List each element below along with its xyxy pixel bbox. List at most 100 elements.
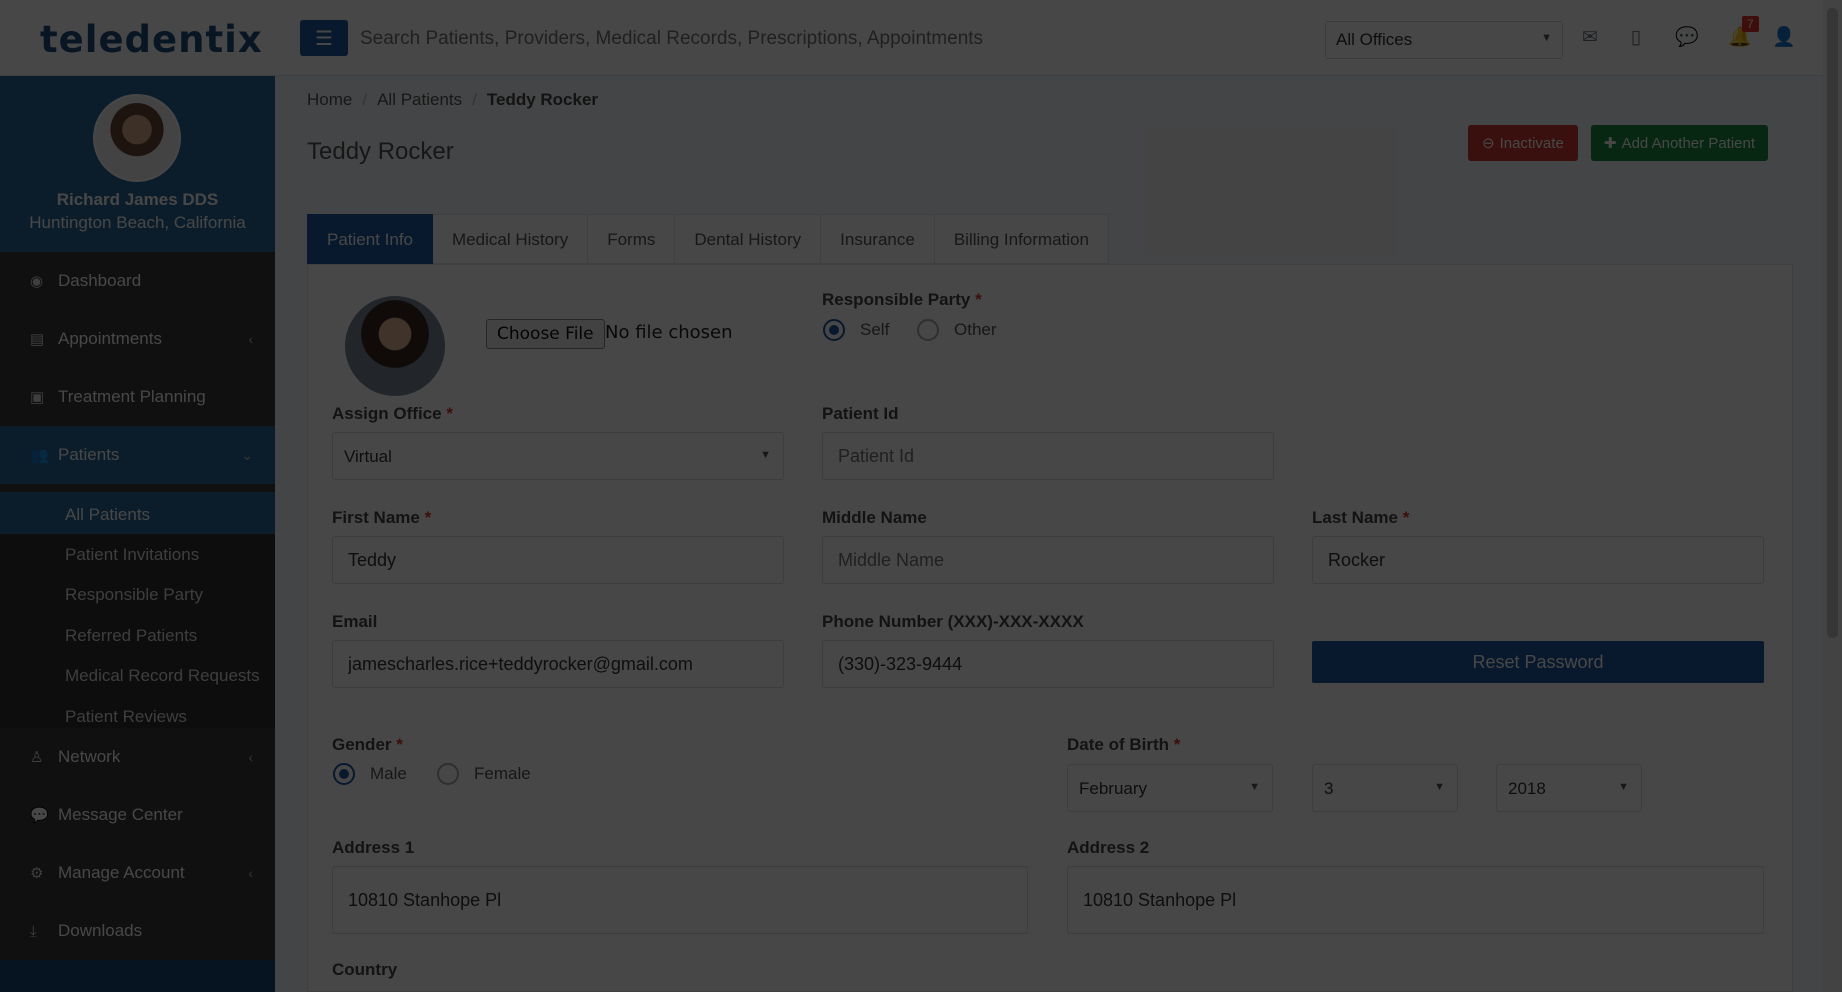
- scroll-thumb[interactable]: [1827, 8, 1838, 638]
- sidebar-item-appointments[interactable]: ▤ Appointments ‹: [0, 310, 275, 368]
- submenu-item-patient-reviews[interactable]: Patient Reviews: [65, 707, 187, 727]
- menu-toggle-button[interactable]: ☰: [300, 20, 348, 56]
- choose-file-button[interactable]: Choose File: [486, 319, 605, 349]
- office-select-value: All Offices: [1336, 30, 1413, 49]
- app-logo[interactable]: teledentix: [40, 18, 263, 61]
- notification-badge: 7: [1742, 16, 1759, 32]
- tab-patient-info[interactable]: Patient Info: [307, 214, 434, 264]
- profile-panel: Richard James DDS Huntington Beach, Cali…: [0, 76, 275, 252]
- profile-name: Richard James DDS: [56, 190, 219, 209]
- file-status-text: No file chosen: [605, 322, 733, 343]
- page-scrollbar[interactable]: [1823, 0, 1842, 992]
- tab-medical-history[interactable]: Medical History: [433, 214, 589, 264]
- sidebar-item-downloads[interactable]: ⤓ Downloads: [0, 902, 275, 960]
- responsible-other-radio[interactable]: [917, 319, 939, 341]
- add-another-patient-button[interactable]: ✚ Add Another Patient: [1591, 125, 1769, 161]
- tab-billing-information[interactable]: Billing Information: [934, 214, 1109, 264]
- chevron-down-icon: ▼: [760, 449, 771, 461]
- email-label: Email: [332, 612, 378, 631]
- sidebar-item-manage-account[interactable]: ⚙ Manage Account ‹: [0, 844, 275, 902]
- tab-dental-history[interactable]: Dental History: [675, 214, 822, 264]
- sidebar: Richard James DDS Huntington Beach, Cali…: [0, 76, 275, 992]
- sidebar-item-message-center[interactable]: 💬 Message Center: [0, 786, 275, 844]
- chevron-down-icon: ▼: [1618, 781, 1629, 793]
- submenu-item-responsible-party[interactable]: Responsible Party: [65, 585, 203, 605]
- breadcrumb-all-patients[interactable]: All Patients: [377, 90, 462, 109]
- responsible-self-radio[interactable]: [823, 319, 845, 341]
- sidebar-item-label: Patients: [58, 445, 120, 464]
- page-title: Teddy Rocker: [307, 138, 454, 165]
- submenu-item-patient-invitations[interactable]: Patient Invitations: [65, 545, 199, 565]
- sidebar-item-patients[interactable]: 👥 Patients ⌄: [0, 426, 275, 484]
- sidebar-item-label: Message Center: [58, 805, 183, 824]
- avatar[interactable]: [93, 94, 181, 182]
- global-search-input[interactable]: [360, 20, 1000, 58]
- inactivate-button[interactable]: ⊖ Inactivate: [1468, 125, 1578, 161]
- inactivate-label: Inactivate: [1499, 134, 1564, 152]
- tab-insurance[interactable]: Insurance: [821, 214, 935, 264]
- sidebar-item-dashboard[interactable]: ◉ Dashboard: [0, 252, 275, 310]
- gender-female-label: Female: [474, 764, 531, 783]
- responsible-self-label: Self: [860, 320, 890, 339]
- dob-month-select[interactable]: February ▼: [1067, 764, 1273, 812]
- sidebar-footer: [0, 960, 275, 992]
- breadcrumb-current: Teddy Rocker: [486, 90, 599, 109]
- last-name-input[interactable]: [1312, 536, 1764, 584]
- assign-office-select[interactable]: Virtual ▼: [332, 432, 784, 480]
- dob-day-value: 3: [1324, 779, 1334, 798]
- assign-office-value: Virtual: [344, 447, 392, 466]
- gender-female-radio[interactable]: [437, 763, 459, 785]
- address1-input[interactable]: [332, 866, 1028, 934]
- mobile-icon[interactable]: ▯: [1624, 26, 1648, 50]
- middle-name-input[interactable]: [822, 536, 1274, 584]
- submenu-item-all-patients[interactable]: All Patients: [65, 505, 150, 525]
- first-name-input[interactable]: [332, 536, 784, 584]
- submenu-item-referred-patients[interactable]: Referred Patients: [65, 626, 197, 646]
- sidebar-item-label: Dashboard: [58, 271, 142, 290]
- chevron-left-icon: ‹: [248, 331, 253, 347]
- gender-label: Gender *: [332, 735, 403, 754]
- sidebar-item-label: Treatment Planning: [58, 387, 206, 406]
- submenu-item-medical-record-requests[interactable]: Medical Record Requests: [65, 666, 260, 686]
- reset-password-button[interactable]: Reset Password: [1312, 641, 1764, 683]
- sidebar-item-label: Network: [58, 747, 121, 766]
- office-select[interactable]: All Offices ▼: [1325, 21, 1563, 59]
- gender-male-radio[interactable]: [333, 763, 355, 785]
- address2-input[interactable]: [1067, 866, 1764, 934]
- patient-photo: [345, 296, 445, 396]
- patient-id-input[interactable]: [822, 432, 1274, 480]
- dob-day-select[interactable]: 3 ▼: [1312, 764, 1458, 812]
- patient-tabs: Patient Info Medical History Forms Denta…: [307, 214, 1109, 264]
- sidebar-item-network[interactable]: ♙ Network ‹: [0, 728, 275, 786]
- breadcrumb-home[interactable]: Home: [307, 90, 352, 109]
- dob-label: Date of Birth *: [1067, 735, 1181, 754]
- country-label: Country: [332, 960, 398, 979]
- breadcrumb: Home / All Patients / Teddy Rocker: [307, 90, 598, 110]
- calendar-icon: ▤: [30, 331, 45, 348]
- dob-year-select[interactable]: 2018 ▼: [1496, 764, 1642, 812]
- responsible-party-label: Responsible Party *: [822, 290, 982, 309]
- clipboard-icon: ▣: [30, 389, 45, 406]
- chevron-down-icon: ⌄: [241, 446, 253, 463]
- phone-input[interactable]: [822, 640, 1274, 688]
- email-input[interactable]: [332, 640, 784, 688]
- add-patient-label: Add Another Patient: [1621, 134, 1756, 152]
- middle-name-label: Middle Name: [822, 508, 927, 527]
- phone-label: Phone Number (XXX)-XXX-XXXX: [822, 612, 1084, 631]
- breadcrumb-separator: /: [472, 90, 477, 109]
- top-header: teledentix ☰ All Offices ▼ ✉ ▯ 💬 🔔 7 👤: [0, 0, 1842, 76]
- dob-year-value: 2018: [1508, 779, 1546, 798]
- profile-location: Huntington Beach, California: [29, 213, 246, 232]
- mail-icon[interactable]: ✉: [1578, 26, 1602, 50]
- dashboard-icon: ◉: [30, 273, 44, 290]
- sidebar-item-treatment-planning[interactable]: ▣ Treatment Planning: [0, 368, 275, 426]
- main-content: Home / All Patients / Teddy Rocker Teddy Roc…: [275, 76, 1823, 992]
- chat-icon[interactable]: 💬: [1675, 26, 1699, 50]
- tab-forms[interactable]: Forms: [588, 214, 676, 264]
- user-icon[interactable]: 👤: [1772, 26, 1796, 50]
- responsible-other-label: Other: [954, 320, 997, 339]
- address1-label: Address 1: [332, 838, 415, 857]
- address2-label: Address 2: [1067, 838, 1150, 857]
- network-icon: ♙: [30, 749, 44, 766]
- first-name-label: First Name *: [332, 508, 432, 527]
